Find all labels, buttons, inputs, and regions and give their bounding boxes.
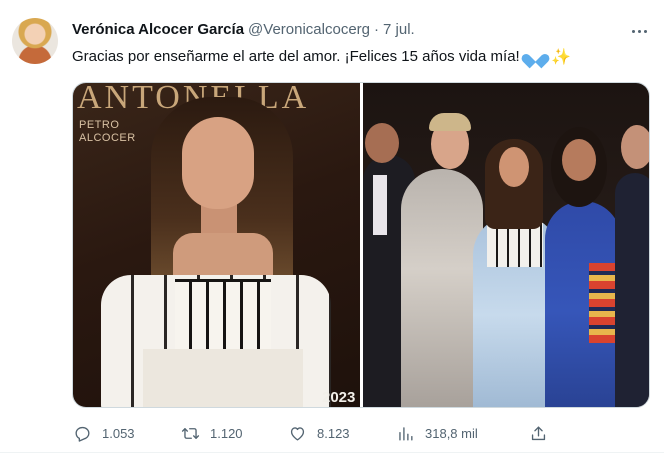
- reply-button[interactable]: 1.053: [72, 418, 135, 448]
- photo-figure-face: [182, 117, 254, 209]
- photo-figure-bodice: [175, 279, 271, 349]
- photo-person-2-hair: [429, 113, 471, 131]
- retweet-icon: [180, 423, 200, 443]
- blue-heart-icon: [527, 48, 544, 63]
- tweet-header: Verónica Alcocer García @Veronicalcocerg…: [72, 21, 415, 38]
- poster-subtitle: PETRO ALCOCER: [79, 119, 136, 144]
- tweet-text: Gracias por enseñarme el arte del amor. …: [72, 47, 571, 68]
- sparkles-icon: ✨: [551, 49, 571, 66]
- more-options-icon[interactable]: [628, 20, 650, 42]
- tweet-timestamp[interactable]: 7 jul.: [383, 21, 415, 38]
- poster-year: 2023: [322, 389, 356, 406]
- media-photo-portrait[interactable]: ANTONELLA PETRO ALCOCER 2023: [73, 83, 360, 407]
- photo-person-1-shirt: [373, 175, 387, 235]
- author-name[interactable]: Verónica Alcocer García: [72, 21, 244, 38]
- media-photo-group[interactable]: [363, 83, 649, 407]
- views-count: 318,8 mil: [425, 425, 478, 441]
- reply-icon: [72, 423, 92, 443]
- views-chart-icon: [395, 423, 415, 443]
- tweet-text-body: Gracias por enseñarme el arte del amor. …: [72, 48, 520, 65]
- tweet-actions: 1.053 1.120 8.123 318,8 mil: [72, 418, 632, 448]
- like-button[interactable]: 8.123: [287, 418, 350, 448]
- photo-figure-skirt: [143, 349, 303, 407]
- views-button[interactable]: 318,8 mil: [395, 418, 478, 448]
- photo-person-3-bodice: [487, 223, 543, 267]
- photo-person-1-head: [365, 123, 399, 163]
- like-count: 8.123: [317, 425, 350, 441]
- heart-icon: [287, 423, 307, 443]
- tweet-media[interactable]: ANTONELLA PETRO ALCOCER 2023: [72, 82, 650, 408]
- retweet-button[interactable]: 1.120: [180, 418, 243, 448]
- tweet-card[interactable]: Verónica Alcocer García @Veronicalcocerg…: [0, 0, 664, 453]
- reply-count: 1.053: [102, 425, 135, 441]
- photo-person-5: [615, 173, 649, 407]
- photo-person-4-face: [562, 139, 596, 181]
- photo-person-3-face: [499, 147, 529, 187]
- retweet-count: 1.120: [210, 425, 243, 441]
- share-icon: [528, 423, 548, 443]
- share-button[interactable]: [528, 418, 548, 448]
- photo-person-5-head: [621, 125, 649, 169]
- photo-person-2: [401, 169, 483, 407]
- header-separator: ·: [374, 21, 380, 38]
- author-avatar[interactable]: [12, 18, 58, 64]
- author-handle[interactable]: @Veronicalcocerg: [248, 21, 370, 38]
